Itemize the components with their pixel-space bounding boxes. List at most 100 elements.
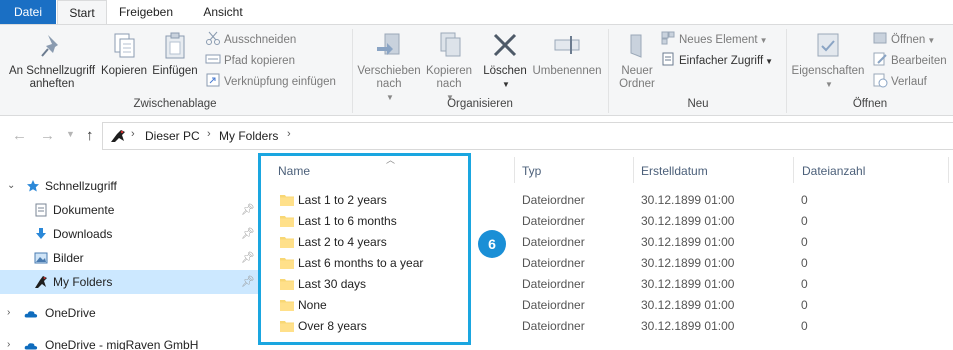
new-item-label: Neues Element	[679, 34, 758, 46]
raven-icon	[111, 130, 125, 142]
row-created: 30.12.1899 01:00	[641, 298, 735, 312]
nav-item-my-folders[interactable]: My Folders 📌︎	[0, 270, 258, 294]
row-created: 30.12.1899 01:00	[641, 256, 735, 270]
new-item-icon	[660, 30, 676, 46]
column-divider[interactable]	[514, 157, 515, 183]
nav-quick-access[interactable]: ⌄ Schnellzugriff	[0, 174, 258, 198]
address-bar[interactable]: › Dieser PC › My Folders ›	[102, 122, 953, 150]
paste-button[interactable]: Einfügen	[151, 31, 199, 78]
tab-share[interactable]: Freigeben	[110, 0, 182, 24]
cloud-icon	[24, 343, 38, 350]
pin-icon	[41, 35, 58, 57]
move-to-button[interactable]: Verschieben nach ▼	[356, 31, 422, 104]
easy-access-button[interactable]: Einfacher Zugriff ▼	[660, 51, 773, 71]
row-file-count: 0	[801, 319, 808, 333]
easy-access-icon	[660, 51, 676, 67]
paste-shortcut-button[interactable]: Verknüpfung einfügen	[205, 72, 336, 92]
copy-button[interactable]: Kopieren	[100, 31, 148, 78]
cut-label: Ausschneiden	[224, 34, 297, 46]
download-icon	[36, 228, 46, 239]
cut-button[interactable]: Ausschneiden	[205, 30, 296, 50]
delete-button[interactable]: Löschen ▼	[480, 31, 530, 91]
pin-icon[interactable]: 📌︎	[241, 270, 255, 294]
row-created: 30.12.1899 01:00	[641, 277, 735, 291]
new-folder-button[interactable]: Neuer Ordner	[612, 31, 662, 91]
pin-icon[interactable]: 📌︎	[241, 198, 255, 222]
new-folder-label: Neuer Ordner	[619, 65, 655, 90]
copy-to-icon	[440, 32, 461, 57]
move-to-icon	[377, 33, 400, 55]
ribbon-separator	[352, 29, 353, 113]
row-file-count: 0	[801, 214, 808, 228]
column-header-created[interactable]: Erstelldatum	[641, 164, 708, 178]
nav-item-onedrive[interactable]: › OneDrive	[0, 301, 258, 325]
properties-button[interactable]: Eigenschaften ▼	[789, 31, 867, 91]
open-button[interactable]: Öffnen ▼	[872, 30, 935, 50]
column-divider[interactable]	[793, 157, 794, 183]
nav-item-pictures[interactable]: Bilder 📌︎	[0, 246, 258, 270]
collapsed-chevron-icon[interactable]: ›	[7, 333, 10, 350]
ribbon: An Schnellzugriff anheften Kopieren Einf…	[0, 24, 953, 116]
column-divider[interactable]	[633, 157, 634, 183]
pin-quick-access-label: An Schnellzugriff anheften	[8, 65, 96, 90]
navigation-pane: ⌄ Schnellzugriff Dokumente 📌︎ Downloads …	[0, 156, 258, 350]
copy-to-label: Kopieren nach	[425, 65, 473, 90]
history-icon	[872, 72, 888, 88]
row-type: Dateiordner	[522, 193, 585, 207]
document-icon	[35, 203, 47, 217]
pin-icon[interactable]: 📌︎	[241, 222, 255, 246]
ribbon-separator	[786, 29, 787, 113]
edit-button[interactable]: Bearbeiten	[872, 51, 947, 71]
breadcrumb-chevron-icon[interactable]: ›	[131, 128, 135, 140]
cloud-icon	[24, 311, 38, 318]
rename-icon	[554, 36, 580, 54]
column-header-type[interactable]: Typ	[522, 164, 541, 178]
star-icon	[27, 180, 39, 192]
breadcrumb-chevron-icon[interactable]: ›	[287, 128, 291, 140]
column-divider[interactable]	[948, 157, 949, 183]
forward-arrow-icon[interactable]: →	[40, 127, 55, 144]
raven-icon	[35, 276, 47, 288]
new-item-button[interactable]: Neues Element ▼	[660, 30, 768, 50]
row-type: Dateiordner	[522, 214, 585, 228]
tab-view[interactable]: Ansicht	[188, 0, 258, 24]
nav-item-label: Bilder	[53, 251, 84, 265]
move-to-label: Verschieben nach	[357, 65, 421, 90]
up-arrow-icon[interactable]: ↑	[86, 127, 94, 144]
back-arrow-icon[interactable]: ←	[12, 127, 27, 144]
pin-icon[interactable]: 📌︎	[241, 246, 255, 270]
nav-item-label: Downloads	[53, 227, 113, 241]
row-file-count: 0	[801, 277, 808, 291]
copy-path-button[interactable]: Pfad kopieren	[205, 51, 295, 71]
tab-file[interactable]: Datei	[0, 0, 56, 24]
expanded-chevron-icon[interactable]: ⌄	[7, 174, 15, 198]
chevron-down-icon: ▼	[386, 93, 394, 102]
nav-item-downloads[interactable]: Downloads 📌︎	[0, 222, 258, 246]
nav-item-onedrive-business[interactable]: › OneDrive - migRaven GmbH	[0, 333, 258, 350]
pin-quick-access-button[interactable]: An Schnellzugriff anheften	[4, 31, 100, 91]
breadcrumb-chevron-icon[interactable]: ›	[207, 128, 211, 140]
breadcrumb-my-folders[interactable]: My Folders	[219, 129, 278, 143]
nav-item-documents[interactable]: Dokumente 📌︎	[0, 198, 258, 222]
edit-icon	[872, 51, 888, 67]
paste-label: Einfügen	[152, 65, 198, 77]
row-created: 30.12.1899 01:00	[641, 319, 735, 333]
rename-button[interactable]: Umbenennen	[531, 31, 603, 78]
tab-start[interactable]: Start	[57, 0, 107, 25]
nav-item-label: OneDrive - migRaven GmbH	[45, 338, 199, 350]
open-icon	[872, 30, 888, 46]
chevron-down-icon: ▼	[825, 80, 833, 89]
clipboard-icon	[165, 32, 185, 59]
row-file-count: 0	[801, 298, 808, 312]
breadcrumb-this-pc[interactable]: Dieser PC	[145, 129, 200, 143]
paste-shortcut-label: Verknüpfung einfügen	[224, 76, 336, 88]
collapsed-chevron-icon[interactable]: ›	[7, 301, 10, 325]
organize-group-label: Organisieren	[447, 98, 513, 110]
chevron-down-icon: ▼	[927, 36, 936, 45]
recent-locations-chevron-icon[interactable]: ▼	[66, 129, 75, 139]
address-row: ← → ▼ ↑ › Dieser PC › My Folders ›	[0, 116, 953, 156]
history-button[interactable]: Verlauf	[872, 72, 927, 92]
column-header-file-count[interactable]: Dateianzahl	[802, 164, 865, 178]
copy-to-button[interactable]: Kopieren nach ▼	[423, 31, 475, 104]
delete-x-icon	[493, 33, 517, 57]
